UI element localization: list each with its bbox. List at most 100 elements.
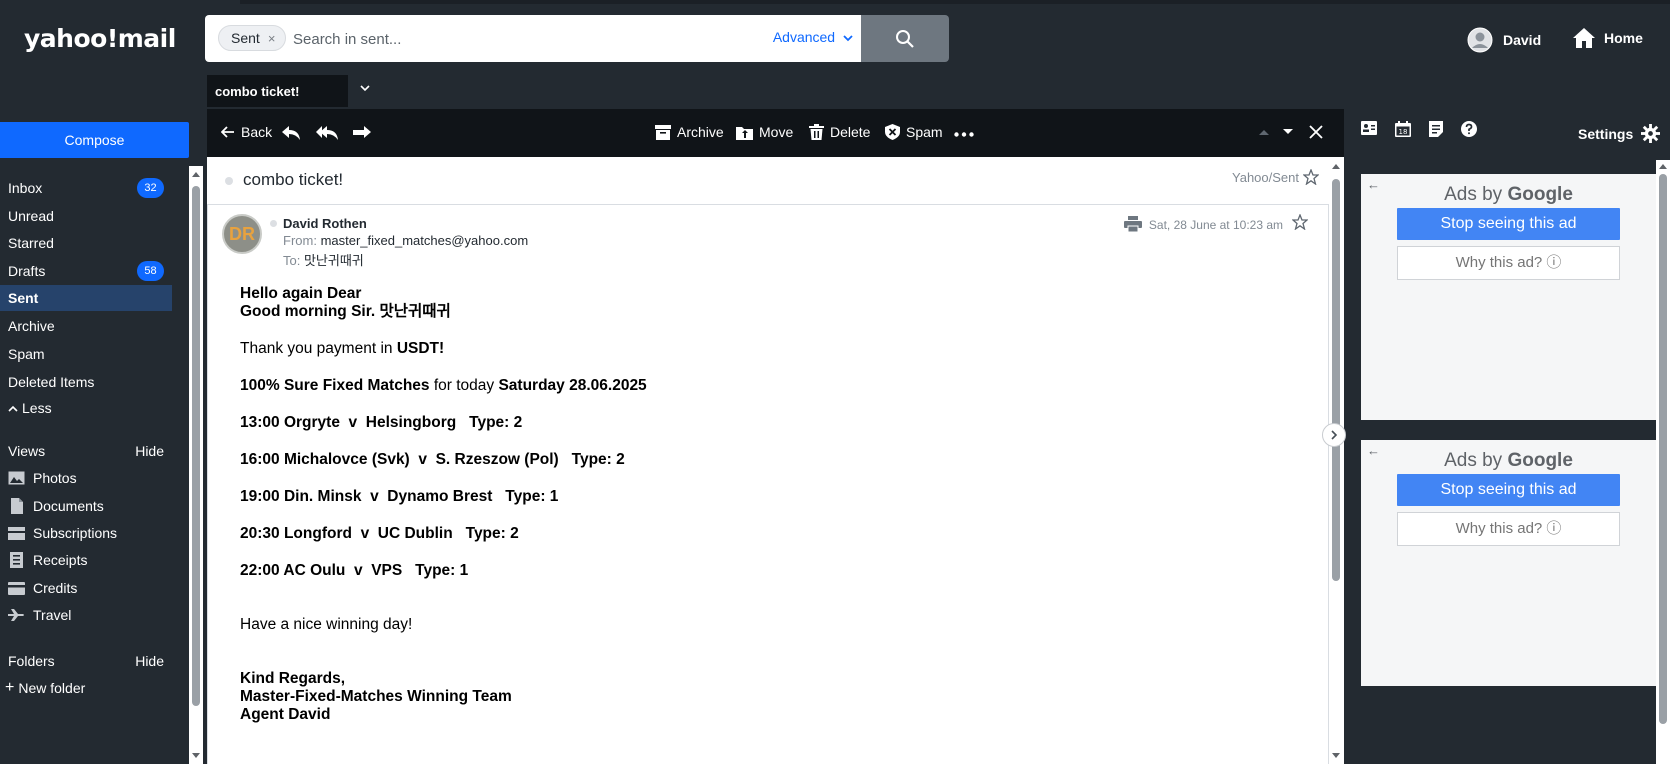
collapse-rail-button[interactable]	[1322, 423, 1346, 447]
sidebar-scroll-thumb[interactable]	[192, 186, 200, 706]
reply-icon[interactable]	[281, 125, 301, 141]
to-value[interactable]: 맛난귀때귀	[304, 253, 364, 268]
views-hide-button[interactable]: Hide	[135, 443, 164, 459]
home-icon	[1573, 28, 1595, 48]
new-folder-button[interactable]: + New folder	[5, 676, 85, 700]
message-scrollbar[interactable]	[1329, 157, 1344, 764]
calendar-icon[interactable]: 18	[1395, 121, 1411, 137]
sidebar-item-starred[interactable]: Starred	[0, 230, 172, 256]
why-this-ad-button[interactable]: Why this ad? ⓘ	[1397, 246, 1620, 280]
sidebar-item-label: Unread	[8, 208, 54, 224]
read-indicator[interactable]	[225, 177, 233, 185]
notepad-icon[interactable]	[1429, 121, 1443, 137]
sender-name[interactable]: David Rothen	[283, 216, 367, 231]
sidebar-item-inbox[interactable]: Inbox 32	[0, 175, 172, 201]
view-photos[interactable]: Photos	[8, 466, 77, 490]
sidebar-item-archive[interactable]: Archive	[0, 313, 172, 339]
help-icon[interactable]	[1461, 121, 1477, 137]
from-address[interactable]: master_fixed_matches@yahoo.com	[321, 233, 529, 248]
advanced-search-button[interactable]: Advanced	[773, 29, 853, 45]
back-button[interactable]: Back	[221, 124, 272, 140]
sidebar-item-label: Sent	[8, 290, 39, 306]
chip-label: Sent	[231, 30, 260, 46]
folders-section-header: Folders Hide	[8, 653, 164, 669]
star-icon[interactable]	[1303, 169, 1319, 185]
spam-button[interactable]: Spam	[885, 124, 943, 140]
view-documents[interactable]: Documents	[8, 494, 104, 518]
sidebar-item-label: Inbox	[8, 180, 43, 196]
delete-button[interactable]: Delete	[809, 124, 870, 140]
less-label: Less	[22, 400, 52, 416]
sidebar-item-unread[interactable]: Unread	[0, 203, 172, 229]
search-filter-chip[interactable]: Sent ×	[218, 25, 287, 51]
view-label: Documents	[33, 498, 104, 514]
why-this-ad-button[interactable]: Why this ad? ⓘ	[1397, 512, 1620, 546]
rail-scrollbar[interactable]	[1656, 160, 1670, 764]
to-label: To:	[283, 253, 301, 268]
ad-panel-1: ← Ads by Google Stop seeing this ad Why …	[1361, 174, 1656, 420]
views-label: Views	[8, 443, 46, 459]
tab-label: combo ticket!	[215, 84, 300, 99]
forward-icon[interactable]	[352, 125, 372, 141]
tab-combo-ticket[interactable]: combo ticket!	[207, 75, 348, 107]
scroll-up-arrow-icon[interactable]	[191, 170, 201, 178]
archive-label: Archive	[677, 124, 724, 140]
message-toolbar: Back Archive Move Delete Spam	[207, 109, 1344, 157]
scroll-up-arrow-icon[interactable]	[1331, 162, 1341, 170]
move-button[interactable]: Move	[736, 124, 793, 140]
view-subscriptions[interactable]: Subscriptions	[8, 521, 117, 545]
sidebar-item-spam[interactable]: Spam	[0, 341, 172, 367]
view-credits[interactable]: Credits	[8, 576, 77, 600]
scroll-down-arrow-icon[interactable]	[191, 752, 201, 760]
search-input[interactable]	[293, 28, 623, 50]
message-star-icon[interactable]	[1292, 214, 1308, 230]
home-link[interactable]: Home	[1572, 27, 1643, 49]
unread-count-badge: 32	[137, 178, 164, 198]
sidebar-item-label: Spam	[8, 346, 45, 362]
folders-hide-button[interactable]: Hide	[135, 653, 164, 669]
contacts-icon[interactable]	[1361, 121, 1377, 135]
drafts-count-badge: 58	[137, 261, 164, 281]
folder-label: Yahoo/Sent	[1232, 170, 1299, 185]
sidebar-scrollbar[interactable]	[189, 166, 203, 764]
user-menu[interactable]: David	[1467, 27, 1541, 53]
print-icon[interactable]	[1124, 216, 1142, 232]
archive-button[interactable]: Archive	[655, 124, 724, 140]
yahoo-mail-logo[interactable]: yahoo!mail	[24, 24, 176, 53]
top-strip-selected	[0, 0, 240, 4]
thanks-text: Thank you payment in	[240, 340, 397, 357]
sender-read-dot[interactable]	[270, 220, 277, 227]
from-label: From:	[283, 233, 317, 248]
scroll-down-arrow-icon[interactable]	[1331, 752, 1341, 760]
next-message-icon[interactable]	[1282, 128, 1294, 136]
search-button[interactable]	[861, 15, 949, 62]
user-name: David	[1503, 32, 1542, 48]
settings-button[interactable]: Settings	[1578, 124, 1661, 143]
advanced-label: Advanced	[772, 29, 836, 45]
scroll-up-arrow-icon[interactable]	[1658, 162, 1668, 170]
stop-seeing-ad-button[interactable]: Stop seeing this ad	[1397, 208, 1620, 240]
search-box[interactable]: Sent × Advanced	[205, 15, 861, 62]
message-scroll-thumb[interactable]	[1332, 179, 1340, 581]
view-receipts[interactable]: Receipts	[8, 548, 87, 572]
previous-message-icon[interactable]	[1258, 128, 1270, 136]
signoff-line-2: Master-Fixed-Matches Winning Team	[240, 688, 512, 705]
chip-close-icon[interactable]: ×	[268, 31, 276, 46]
more-options-icon[interactable]	[954, 132, 974, 137]
tab-chevron-down-icon[interactable]	[360, 84, 370, 92]
folders-label: Folders	[8, 653, 55, 669]
close-icon[interactable]	[1309, 125, 1323, 139]
sidebar-item-deleted[interactable]: Deleted Items	[0, 369, 172, 395]
sidebar-item-drafts[interactable]: Drafts 58	[0, 258, 172, 284]
chevron-down-icon	[843, 35, 853, 42]
archive-icon	[655, 124, 671, 140]
view-travel[interactable]: Travel	[8, 603, 71, 627]
view-label: Travel	[33, 607, 72, 623]
sidebar-less-toggle[interactable]: Less	[0, 395, 172, 421]
rail-scroll-thumb[interactable]	[1659, 174, 1667, 724]
compose-button[interactable]: Compose	[0, 122, 189, 158]
stop-seeing-ad-button[interactable]: Stop seeing this ad	[1397, 474, 1620, 506]
reply-all-icon[interactable]	[315, 125, 339, 141]
gear-icon	[1641, 124, 1661, 143]
sidebar-item-sent[interactable]: Sent	[0, 285, 172, 311]
